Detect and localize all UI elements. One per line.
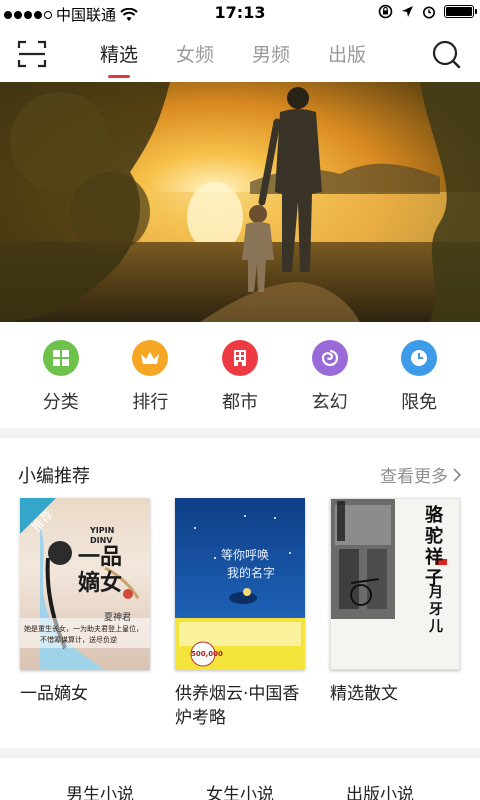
section-title: 小编推荐 [18,466,90,487]
status-right [378,4,477,19]
book-cover[interactable]: 推荐 YIPIN DINV 一品嫡女 夏神君 她是重生长女，一为助夫君登上皇位，… [20,498,150,670]
clock-icon [401,340,438,376]
book-item[interactable]: 推荐 YIPIN DINV 一品嫡女 夏神君 她是重生长女，一为助夫君登上皇位，… [20,498,150,706]
book-list: 推荐 YIPIN DINV 一品嫡女 夏神君 她是重生长女，一为助夫君登上皇位，… [0,498,480,738]
channel-tabs: 精选 女频 男频 出版 [100,40,366,78]
tab-female[interactable]: 女频 [176,40,214,70]
search-icon[interactable] [430,38,462,70]
cover-sales: 500,000 [191,650,223,658]
book-cover[interactable]: 等你呼唤 我的名字 500,000 [175,498,305,670]
grid-icon [42,340,79,376]
section-divider [0,428,480,438]
category-label: 玄幻 [311,392,348,413]
book-cover[interactable]: 骆驼祥子 月牙儿 [330,498,460,670]
cover-line-2: 我的名字 [227,566,276,580]
book-item[interactable]: 等你呼唤 我的名字 500,000 供养烟云·中国香炉考略 [175,498,305,730]
banner-image [0,82,480,322]
cover-art [175,515,305,670]
swirl-icon [311,340,348,376]
category-classify[interactable]: 分类 [25,340,97,426]
tab-featured[interactable]: 精选 [100,40,138,78]
battery-icon [444,5,477,18]
tab-female-novels[interactable]: 女生小说 [206,780,274,800]
category-label: 都市 [221,392,258,413]
recommend-header: 小编推荐 查看更多 [0,454,480,494]
promo-banner[interactable] [0,82,480,322]
category-label: 限免 [401,392,438,413]
chevron-right-icon [453,467,462,482]
category-label: 排行 [132,392,169,413]
category-fantasy[interactable]: 玄幻 [294,340,366,426]
category-free[interactable]: 限免 [383,340,455,426]
scan-icon[interactable] [16,38,48,70]
crown-icon [132,340,169,376]
alarm-icon [423,6,435,18]
category-row: 分类 排行 都市 玄幻 限免 [0,322,480,426]
book-title[interactable]: 一品嫡女 [20,682,150,706]
see-more-label: 查看更多 [380,467,448,487]
category-urban[interactable]: 都市 [204,340,276,426]
category-label: 分类 [42,392,79,413]
see-more-link[interactable]: 查看更多 [380,462,462,487]
cover-pinyin: YIPIN DINV [90,526,115,545]
section-divider [0,748,480,758]
cover-author: 月牙儿 [429,585,443,635]
cover-title: 骆驼祥子 [425,505,443,589]
book-title[interactable]: 供养烟云·中国香炉考略 [175,682,305,730]
tab-publish[interactable]: 出版 [328,40,366,70]
novel-category-tabs: 男生小说 女生小说 出版小说 [0,760,480,800]
tab-male-novels[interactable]: 男生小说 [66,780,134,800]
status-bar: 中国联通 17:13 [0,0,480,26]
building-icon [221,340,258,376]
category-ranking[interactable]: 排行 [114,340,186,426]
book-item[interactable]: 骆驼祥子 月牙儿 精选散文 [330,498,460,706]
tab-published-novels[interactable]: 出版小说 [346,780,414,800]
book-title[interactable]: 精选散文 [330,682,460,706]
cover-big-title: 一品嫡女 [78,544,123,596]
cover-blurb-1: 她是重生长女，一为助夫君登上皇位， [24,625,143,633]
tab-male[interactable]: 男频 [252,40,290,70]
cover-author: 夏神君 [104,613,132,623]
orientation-lock-icon [378,4,393,19]
cover-blurb-2: 不惜筹谋算计，送尽负逆 [40,636,117,644]
cover-line-1: 等你呼唤 [221,548,270,562]
top-navigation: 精选 女频 男频 出版 [0,26,480,82]
location-icon [402,6,413,17]
